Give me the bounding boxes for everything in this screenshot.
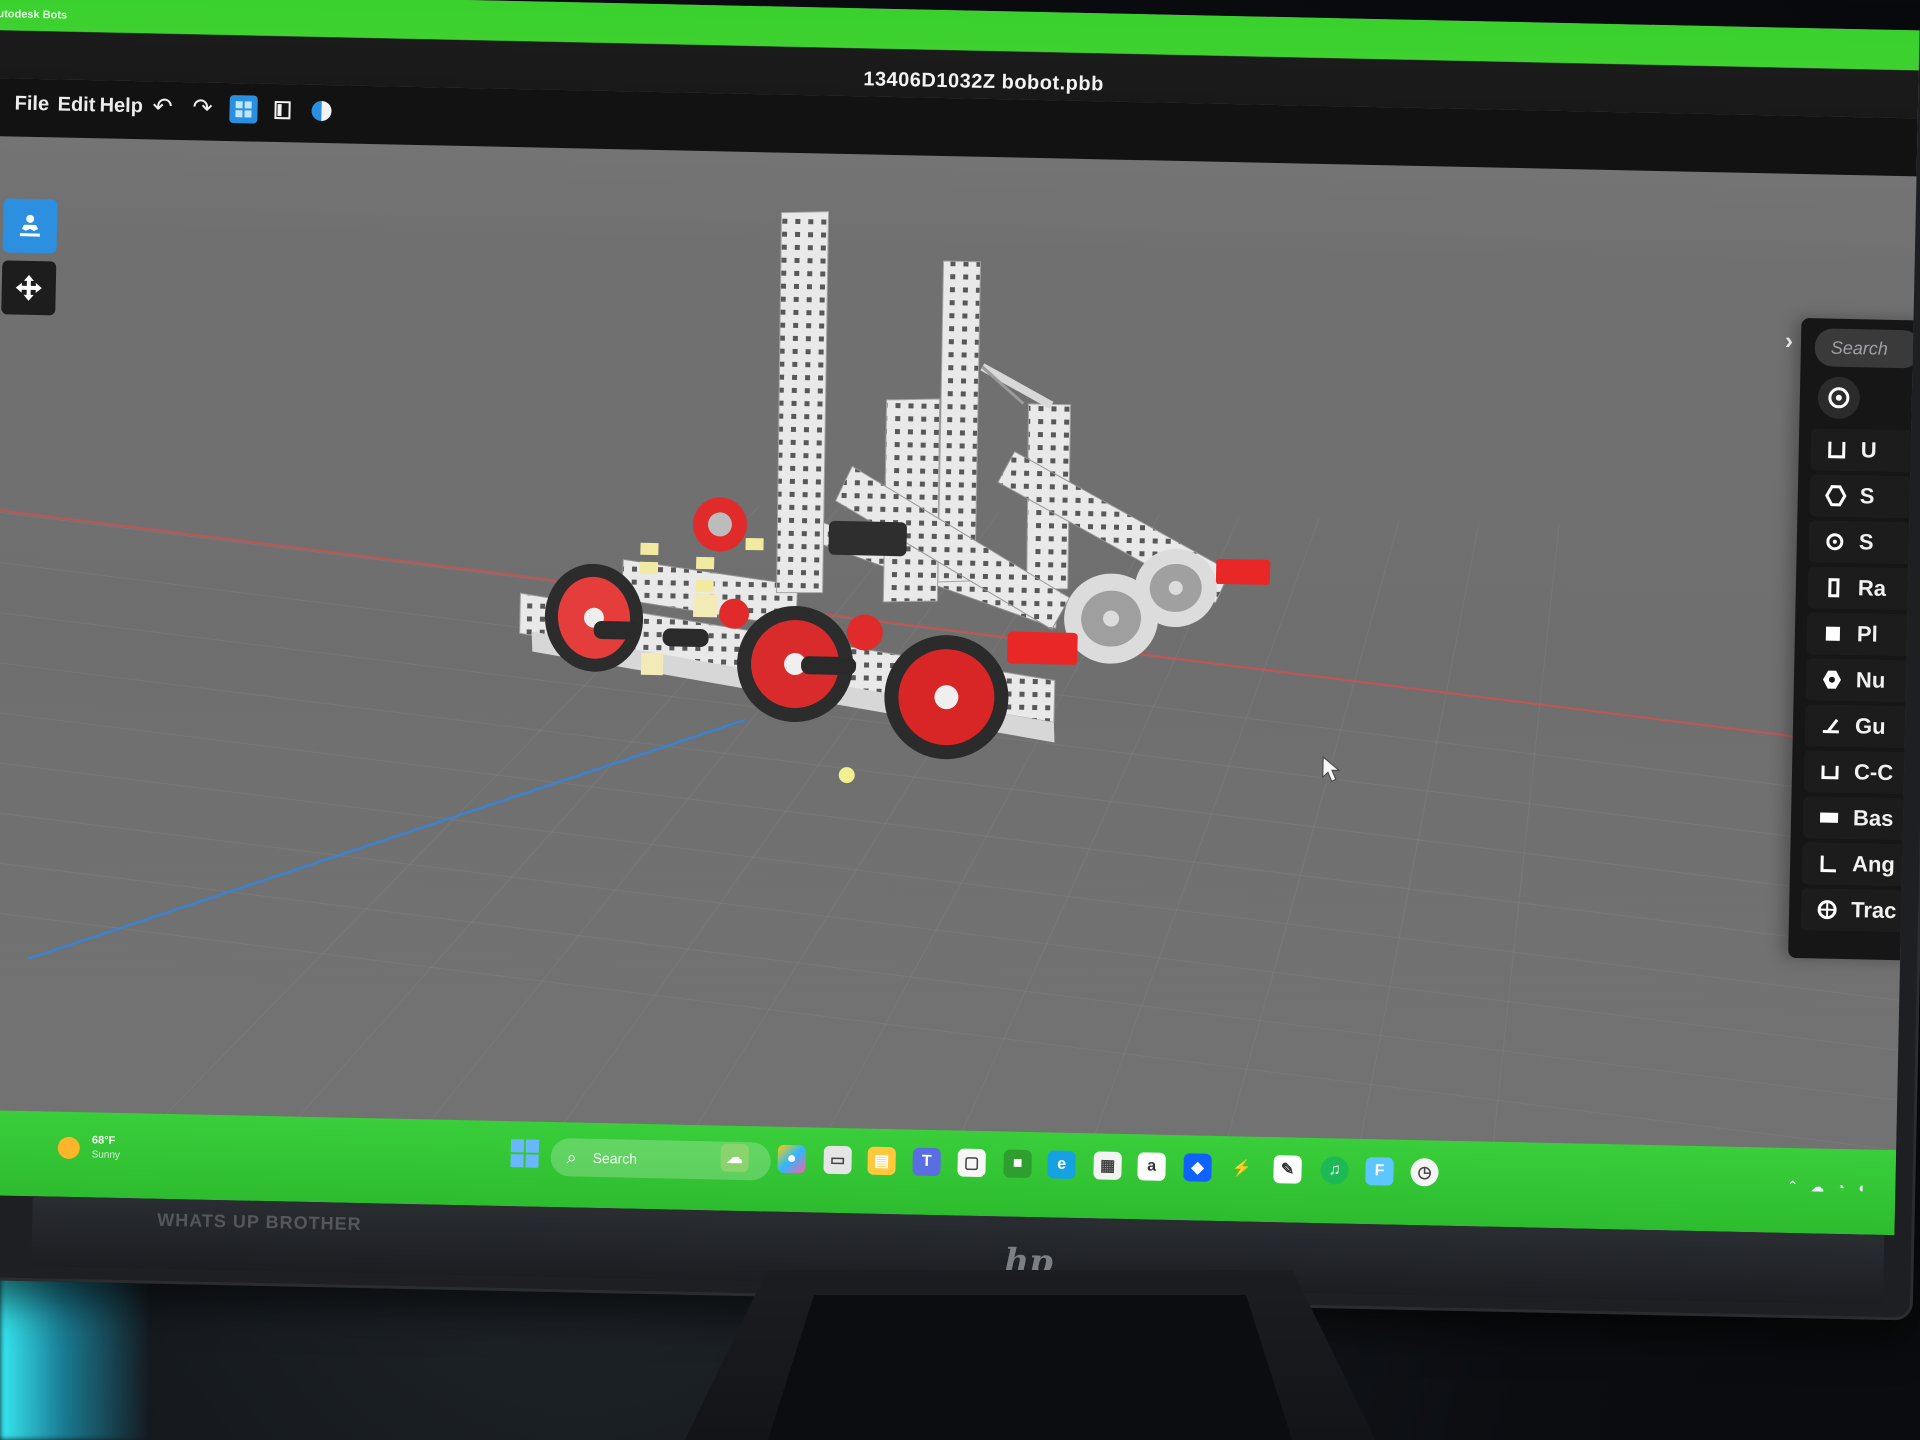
folder-icon[interactable]: ▤ <box>867 1146 896 1176</box>
traction-wheel-icon <box>1815 897 1839 921</box>
files-icon[interactable]: ▭ <box>823 1145 852 1175</box>
part-label-s1: S <box>1859 483 1875 509</box>
part-label-cc: C-C <box>1853 759 1894 786</box>
zap-icon[interactable]: ⚡ <box>1227 1154 1256 1183</box>
part-item-trac[interactable]: Trac <box>1800 888 1920 933</box>
part-item-ra[interactable]: Ra <box>1807 566 1920 611</box>
c-channel-icon <box>1818 759 1842 783</box>
dropbox-icon[interactable]: ◆ <box>1183 1153 1212 1182</box>
weather-widget[interactable]: 68°F Sunny <box>57 1132 178 1171</box>
windows-start-icon[interactable] <box>510 1139 540 1168</box>
part-item-nu[interactable]: Nu <box>1805 658 1920 703</box>
wifi-icon[interactable]: ◔ <box>1836 1179 1845 1196</box>
part-label-s2: S <box>1858 529 1874 555</box>
bezel-sticker-text: WHATS UP BROTHER <box>157 1209 362 1235</box>
part-item-cc[interactable]: C-C <box>1803 750 1920 795</box>
note-icon[interactable]: ▢ <box>957 1148 986 1178</box>
system-tray: ⌃ ☁ ◔ ◖ <box>1786 1178 1866 1197</box>
plate-icon <box>1821 621 1845 645</box>
part-item-gu[interactable]: Gu <box>1804 704 1920 749</box>
base-icon <box>1817 805 1841 829</box>
part-list: U S S Ra Pl Nu Gu C-C Bas Ang Trac <box>1800 428 1920 936</box>
part-label-ang: Ang <box>1851 851 1896 878</box>
cloud-icon[interactable]: ☁ <box>1810 1178 1824 1195</box>
part-item-u[interactable]: U <box>1810 428 1920 473</box>
viewport-3d[interactable] <box>0 0 1920 1236</box>
chevron-up-icon[interactable]: ⌃ <box>1786 1178 1799 1195</box>
part-item-s2[interactable]: S <box>1808 520 1920 565</box>
part-label-bas: Bas <box>1852 805 1894 832</box>
screen: Autodesk Bots 13406D1032Z bobot.pbb File… <box>0 0 1920 1236</box>
amazon-icon[interactable]: a <box>1137 1152 1166 1181</box>
spotify-icon[interactable]: ♫ <box>1320 1156 1349 1185</box>
part-label-ra: Ra <box>1857 575 1887 601</box>
taskbar-search-label: Search <box>592 1149 638 1167</box>
minecraft-icon[interactable]: ■ <box>1003 1149 1032 1179</box>
widgets-icon[interactable]: ☁ <box>720 1143 749 1173</box>
weather-desc: Sunny <box>91 1149 121 1161</box>
chat-icon[interactable]: ✎ <box>1273 1155 1302 1184</box>
gusset-icon <box>1819 713 1843 737</box>
weather-temp: 68°F <box>91 1134 116 1147</box>
sun-icon <box>57 1136 80 1160</box>
part-label-trac: Trac <box>1850 897 1897 924</box>
part-item-ang[interactable]: Ang <box>1801 842 1920 887</box>
angle-icon <box>1816 851 1840 875</box>
parts-panel: Search U S S Ra Pl Nu Gu C-C Bas Ang Tra… <box>1788 318 1920 961</box>
clock-icon[interactable]: ◷ <box>1410 1158 1439 1187</box>
speaker-icon[interactable]: ◖ <box>1857 1179 1866 1196</box>
part-item-s1[interactable]: S <box>1809 474 1920 519</box>
hex-icon <box>1824 484 1848 508</box>
rail-icon <box>1822 575 1846 599</box>
part-item-pl[interactable]: Pl <box>1806 612 1920 657</box>
search-icon: ⌕ <box>566 1147 577 1168</box>
parts-search-input[interactable]: Search <box>1814 328 1920 369</box>
u-channel-icon <box>1825 438 1849 462</box>
teams-icon[interactable]: T <box>912 1147 941 1177</box>
nut-icon <box>1820 667 1844 691</box>
monitor-stand-inner <box>760 1295 1300 1440</box>
edge-icon[interactable]: e <box>1047 1150 1076 1179</box>
calendar-icon[interactable]: ▦ <box>1093 1151 1122 1180</box>
copilot-icon[interactable]: ● <box>777 1144 806 1174</box>
gear-icon <box>1823 530 1847 554</box>
part-item-bas[interactable]: Bas <box>1802 796 1920 841</box>
part-label-nu: Nu <box>1855 667 1886 693</box>
monitor: Autodesk Bots 13406D1032Z bobot.pbb File… <box>0 0 1920 1321</box>
part-label-pl: Pl <box>1856 621 1878 647</box>
photo-scene: Autodesk Bots 13406D1032Z bobot.pbb File… <box>0 0 1920 1440</box>
part-label-gu: Gu <box>1854 713 1886 739</box>
store-icon[interactable]: F <box>1365 1157 1394 1186</box>
filter-icon[interactable] <box>1817 376 1861 420</box>
part-label-u: U <box>1860 437 1877 463</box>
